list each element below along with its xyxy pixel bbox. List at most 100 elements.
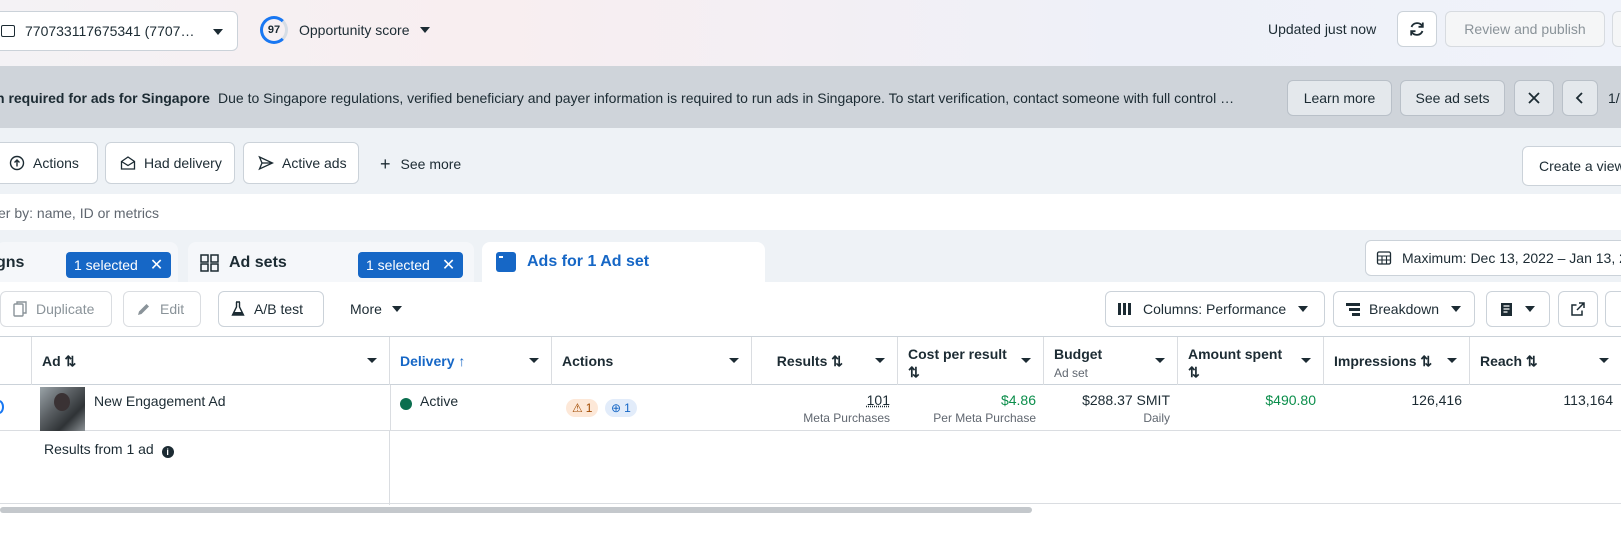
chevron-down-icon[interactable] bbox=[367, 358, 377, 363]
filter-chip-actions[interactable]: Actions bbox=[0, 142, 98, 184]
clear-selection-icon[interactable]: ✕ bbox=[442, 255, 455, 275]
column-title: Amount spent bbox=[1188, 346, 1282, 362]
chevron-down-icon bbox=[1298, 306, 1308, 312]
column-title: Impressions ⇅ bbox=[1334, 353, 1432, 370]
chevron-down-icon[interactable] bbox=[529, 358, 539, 363]
column-header-impressions[interactable]: Impressions ⇅ bbox=[1324, 337, 1470, 385]
filter-chip-had-delivery[interactable]: Had delivery bbox=[105, 142, 235, 184]
row-select-radio[interactable] bbox=[0, 400, 4, 414]
table-row[interactable]: New Engagement Ad Active ⚠ 1 ⊕ 1 101 Met… bbox=[0, 385, 1621, 431]
select-column-header[interactable] bbox=[0, 337, 32, 385]
delivery-status: Active bbox=[420, 393, 458, 409]
filter-chip-label: Active ads bbox=[282, 155, 347, 171]
column-header-cost-per-result[interactable]: Cost per result ⇅ bbox=[898, 337, 1044, 385]
chevron-down-icon[interactable] bbox=[1599, 358, 1609, 363]
previous-notice-button[interactable] bbox=[1562, 80, 1598, 116]
table-toolbar: Duplicate Edit A/B test More Columns: Pe… bbox=[0, 282, 1621, 336]
opportunity-score-label: Opportunity score bbox=[299, 22, 410, 38]
column-header-actions[interactable]: Actions bbox=[552, 337, 752, 385]
chevron-down-icon[interactable] bbox=[1301, 358, 1311, 363]
filter-chip-active-ads[interactable]: Active ads bbox=[243, 142, 359, 184]
chevron-down-icon[interactable] bbox=[875, 358, 885, 363]
reports-button[interactable] bbox=[1486, 291, 1550, 327]
date-range-picker[interactable]: Maximum: Dec 13, 2022 – Jan 13, 2 bbox=[1365, 240, 1621, 276]
banner-title: n required for ads for Singapore bbox=[0, 90, 210, 106]
column-header-results[interactable]: Results ⇅ bbox=[752, 337, 898, 385]
banner-pager: 1/ bbox=[1608, 90, 1620, 106]
more-label: More bbox=[350, 301, 382, 317]
publish-menu-button[interactable] bbox=[1612, 11, 1621, 47]
tab-ads[interactable]: Ads for 1 Ad set bbox=[482, 242, 765, 282]
opportunity-score[interactable]: 97 Opportunity score bbox=[260, 16, 430, 44]
warning-badge[interactable]: ⚠ 1 bbox=[566, 399, 598, 417]
warning-count: 1 bbox=[586, 401, 593, 415]
learn-more-button[interactable]: Learn more bbox=[1287, 80, 1392, 116]
chevron-down-icon[interactable] bbox=[1155, 358, 1165, 363]
columns-label: Columns: Performance bbox=[1143, 301, 1286, 317]
report-icon bbox=[1499, 302, 1514, 317]
budget-value: $288.37 SMIT bbox=[1082, 392, 1170, 408]
edit-button[interactable]: Edit bbox=[123, 291, 201, 327]
chevron-down-icon[interactable] bbox=[729, 358, 739, 363]
filter-chip-label: Had delivery bbox=[144, 155, 222, 171]
review-publish-button[interactable]: Review and publish bbox=[1445, 11, 1605, 47]
create-view-button[interactable]: Create a view bbox=[1522, 146, 1621, 186]
results-value[interactable]: 101 bbox=[803, 392, 890, 408]
level-tabs: gns 1 selected ✕ Ad sets 1 selected ✕ Ad… bbox=[0, 230, 1621, 282]
plus-icon: + bbox=[380, 157, 391, 171]
reach-cell: 113,164 bbox=[1563, 392, 1613, 408]
warning-icon: ⚠ bbox=[572, 401, 583, 415]
export-menu-button[interactable] bbox=[1605, 291, 1621, 327]
column-header-delivery[interactable]: Delivery ↑ bbox=[390, 337, 552, 385]
ad-name[interactable]: New Engagement Ad bbox=[94, 393, 226, 409]
column-header-amount-spent[interactable]: Amount spent ⇅ bbox=[1178, 337, 1324, 385]
tab-ad-sets[interactable]: Ad sets 1 selected ✕ bbox=[188, 242, 474, 282]
selected-count: 1 selected bbox=[74, 257, 138, 273]
see-ad-sets-button[interactable]: See ad sets bbox=[1400, 80, 1505, 116]
ad-window-icon bbox=[496, 252, 516, 272]
more-actions-button[interactable]: More bbox=[350, 301, 402, 317]
campaigns-selected-pill[interactable]: 1 selected ✕ bbox=[66, 252, 171, 278]
account-selector[interactable]: 770733117675341 (7707… bbox=[0, 11, 238, 51]
chevron-down-icon[interactable] bbox=[1447, 358, 1457, 363]
info-icon[interactable]: i bbox=[162, 446, 174, 458]
columns-button[interactable]: Columns: Performance bbox=[1105, 291, 1325, 327]
chevron-down-icon bbox=[1451, 306, 1461, 312]
pencil-icon bbox=[136, 302, 151, 317]
refresh-button[interactable] bbox=[1397, 11, 1437, 47]
search-filter-bar[interactable]: er by: name, ID or metrics bbox=[0, 194, 1621, 230]
budget-cell: $288.37 SMIT Daily bbox=[1082, 392, 1170, 425]
column-title: Actions bbox=[562, 353, 613, 369]
see-more-filters-button[interactable]: + See more bbox=[380, 156, 461, 172]
export-button[interactable] bbox=[1558, 291, 1598, 327]
ad-thumbnail[interactable] bbox=[40, 387, 85, 431]
recommendation-badge[interactable]: ⊕ 1 bbox=[605, 399, 637, 417]
adsets-selected-pill[interactable]: 1 selected ✕ bbox=[358, 252, 463, 278]
column-header-ad[interactable]: Ad ⇅ bbox=[32, 337, 390, 385]
updated-status: Updated just now bbox=[1268, 21, 1376, 37]
external-link-icon bbox=[1570, 301, 1586, 317]
clear-selection-icon[interactable]: ✕ bbox=[150, 255, 163, 275]
score-ring-icon: 97 bbox=[260, 16, 288, 44]
active-status-dot bbox=[400, 398, 412, 410]
column-title: Cost per result bbox=[908, 346, 1007, 362]
results-cell: 101 Meta Purchases bbox=[803, 392, 890, 425]
dismiss-banner-button[interactable] bbox=[1514, 80, 1554, 116]
column-title: Results ⇅ bbox=[777, 353, 843, 370]
chevron-left-icon bbox=[1575, 91, 1585, 105]
ab-test-button[interactable]: A/B test bbox=[218, 291, 324, 327]
column-header-budget[interactable]: Budget Ad set bbox=[1044, 337, 1178, 385]
column-title: Ad ⇅ bbox=[42, 353, 76, 370]
results-subtitle: Meta Purchases bbox=[803, 411, 890, 425]
column-header-reach[interactable]: Reach ⇅ bbox=[1470, 337, 1621, 385]
tab-campaigns[interactable]: gns 1 selected ✕ bbox=[0, 242, 178, 282]
recommendation-count: 1 bbox=[624, 401, 631, 415]
arrow-up-circle-icon bbox=[9, 155, 25, 171]
search-input[interactable]: er by: name, ID or metrics bbox=[0, 205, 159, 221]
chevron-down-icon[interactable] bbox=[1021, 358, 1031, 363]
cost-per-result-cell: $4.86 Per Meta Purchase bbox=[933, 392, 1036, 425]
breakdown-button[interactable]: Breakdown bbox=[1333, 291, 1475, 327]
horizontal-scrollbar[interactable] bbox=[0, 507, 1032, 513]
duplicate-button[interactable]: Duplicate bbox=[0, 291, 112, 327]
budget-subtitle: Daily bbox=[1082, 411, 1170, 425]
